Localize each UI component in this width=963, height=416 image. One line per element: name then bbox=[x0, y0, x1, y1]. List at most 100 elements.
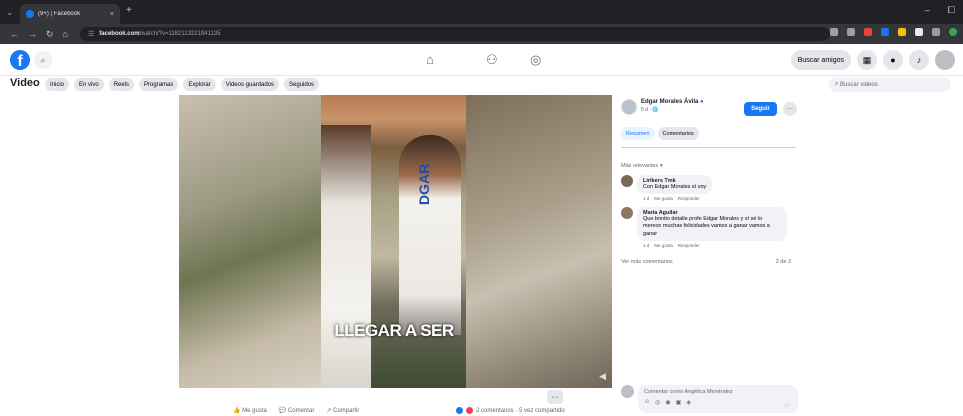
love-reaction-icon bbox=[466, 407, 473, 414]
composer-avatar bbox=[621, 385, 634, 398]
emoji-icon[interactable]: ◎ bbox=[655, 399, 660, 406]
video-more-button[interactable]: ··· bbox=[547, 390, 563, 404]
share-button[interactable]: ↗ Compartir bbox=[326, 407, 359, 414]
author-name[interactable]: Edgar Morales Ávila ● bbox=[641, 99, 704, 105]
divider bbox=[621, 147, 796, 148]
composer-icons: ☺ ◎ ◉ ▣ ◈ bbox=[644, 399, 792, 406]
extensions-puzzle-icon[interactable] bbox=[915, 28, 923, 36]
comment-avatar[interactable] bbox=[621, 207, 633, 219]
follow-button[interactable]: Seguir bbox=[744, 102, 777, 116]
browser-tab-bar: ⌄ (9+) | Facebook × + – ⧠ bbox=[0, 0, 963, 24]
extension-icon[interactable] bbox=[864, 28, 872, 36]
reactions-summary[interactable]: 2 comentarios · 5 vez compartido bbox=[456, 407, 565, 414]
comment-sort-dropdown[interactable]: Más relevantes ▾ bbox=[621, 163, 663, 169]
extension-icon[interactable] bbox=[898, 28, 906, 36]
comment-actions: 1 d Me gusta Responder bbox=[643, 196, 712, 201]
comment-button[interactable]: 💬 Comentar bbox=[279, 407, 314, 414]
messenger-icon[interactable]: ● bbox=[883, 50, 903, 70]
comment-reply-button[interactable]: Responder bbox=[678, 196, 700, 201]
pill-programas[interactable]: Programas bbox=[139, 78, 179, 91]
home-icon[interactable]: ⌂ bbox=[426, 52, 434, 67]
comment-input[interactable]: Comentar como Angélica Menéndez ☺ ◎ ◉ ▣ … bbox=[638, 385, 798, 413]
extension-icon[interactable] bbox=[830, 28, 838, 36]
video-blur-left bbox=[179, 95, 321, 388]
address-path: /watch/?v=1182113221841135 bbox=[139, 31, 221, 37]
post-meta: 5 d · 🌐 bbox=[641, 107, 659, 113]
video-player[interactable]: DGAR LLEGAR A SER ◀ bbox=[179, 95, 612, 388]
gif-icon[interactable]: ▣ bbox=[676, 399, 682, 406]
profile-icon[interactable] bbox=[949, 28, 957, 36]
site-info-icon[interactable]: ☰ bbox=[88, 30, 94, 38]
comment-text: Con Edgar Morales sí voy bbox=[643, 184, 707, 190]
find-friends-button[interactable]: Buscar amigos bbox=[790, 50, 851, 70]
home-icon[interactable]: ⌂ bbox=[63, 29, 68, 40]
author-avatar[interactable] bbox=[621, 99, 637, 115]
forward-icon[interactable]: → bbox=[28, 29, 37, 40]
downloads-icon[interactable] bbox=[932, 28, 940, 36]
pill-explorar[interactable]: Explorar bbox=[183, 78, 216, 91]
comment-like-button[interactable]: Me gusta bbox=[654, 196, 673, 201]
reactions-text: 2 comentarios · 5 vez compartido bbox=[476, 407, 565, 414]
like-reaction-icon bbox=[456, 407, 463, 414]
notifications-bell-icon[interactable]: ♪ bbox=[909, 50, 929, 70]
send-icon[interactable]: ▷ bbox=[785, 402, 790, 409]
volume-icon[interactable]: ◀ bbox=[599, 371, 606, 382]
video-search-placeholder: Buscar videos bbox=[840, 81, 878, 88]
comment-item: Lirikers Tmk Con Edgar Morales sí voy 1 … bbox=[621, 175, 713, 201]
author-block: Edgar Morales Ávila ● 5 d · 🌐 bbox=[621, 99, 704, 115]
reload-icon[interactable]: ↻ bbox=[46, 29, 54, 40]
comment-reply-button[interactable]: Responder bbox=[678, 243, 700, 248]
camera-icon[interactable]: ◉ bbox=[665, 399, 670, 406]
video-blur-right bbox=[466, 95, 612, 388]
pill-seguidos[interactable]: Seguidos bbox=[284, 78, 320, 91]
panel-more-button[interactable]: ··· bbox=[783, 102, 797, 116]
comment-item: Maria Aguilar Que bonito detalle profe E… bbox=[621, 207, 787, 248]
minimize-icon[interactable]: – bbox=[925, 5, 930, 16]
extensions-area bbox=[830, 28, 957, 36]
pill-inicio[interactable]: Inicio bbox=[45, 78, 70, 91]
more-comments-link[interactable]: Ver más comentarios bbox=[621, 259, 673, 265]
tab-search-icon[interactable]: ⌄ bbox=[6, 7, 14, 18]
video-actions: 👍 Me gusta 💬 Comentar ↗ Compartir bbox=[233, 407, 359, 414]
comment-like-button[interactable]: Me gusta bbox=[654, 243, 673, 248]
pill-videos-guardados[interactable]: Videos guardados bbox=[220, 78, 279, 91]
author-name-text: Edgar Morales Ávila bbox=[641, 99, 699, 105]
comment-time: 1 d bbox=[643, 196, 650, 202]
comment-avatar[interactable] bbox=[621, 175, 633, 187]
gaming-icon[interactable]: ◎ bbox=[530, 52, 541, 68]
browser-nav-buttons: ← → ↻ ⌂ bbox=[10, 29, 68, 40]
facebook-logo-icon[interactable]: f bbox=[10, 50, 30, 70]
friends-icon[interactable]: ⚇ bbox=[486, 52, 498, 68]
pill-reels[interactable]: Reels bbox=[108, 78, 135, 91]
like-button[interactable]: 👍 Me gusta bbox=[233, 407, 267, 414]
comment-actions: 1 d Me gusta Responder bbox=[643, 243, 787, 248]
browser-toolbar: ← → ↻ ⌂ ☰ facebook.com/watch/?v=11821132… bbox=[0, 24, 963, 44]
tab-comments[interactable]: Comentarios bbox=[657, 127, 699, 140]
comment-count: 2 de 3 bbox=[775, 259, 791, 265]
restore-icon[interactable]: ⧠ bbox=[948, 5, 955, 16]
video-pills: Inicio En vivo Reels Programas Explorar … bbox=[45, 78, 320, 91]
pill-en-vivo[interactable]: En vivo bbox=[74, 78, 104, 91]
address-url: facebook.com/watch/?v=1182113221841135 bbox=[99, 31, 220, 37]
back-icon[interactable]: ← bbox=[10, 29, 19, 40]
comment-bubble: Maria Aguilar Que bonito detalle profe E… bbox=[637, 207, 787, 242]
tab-close-icon[interactable]: × bbox=[110, 11, 114, 18]
verified-badge-icon: ● bbox=[700, 99, 704, 105]
menu-grid-icon[interactable]: ▦ bbox=[857, 50, 877, 70]
video-search-input[interactable]: ⌕ Buscar videos bbox=[829, 77, 951, 92]
avatar-sticker-icon[interactable]: ☺ bbox=[644, 399, 650, 406]
extension-icon[interactable] bbox=[881, 28, 889, 36]
search-icon[interactable]: ⌕ bbox=[34, 51, 52, 69]
tab-summary[interactable]: Resumen bbox=[621, 127, 655, 140]
address-domain: facebook.com bbox=[99, 31, 140, 37]
address-bar[interactable]: ☰ facebook.com/watch/?v=1182113221841135 bbox=[80, 27, 830, 41]
bookmark-star-icon[interactable] bbox=[847, 28, 855, 36]
account-avatar[interactable] bbox=[935, 50, 955, 70]
comment-text: Que bonito detalle profe Edgar Morales y… bbox=[643, 216, 770, 237]
comment-composer: Comentar como Angélica Menéndez ☺ ◎ ◉ ▣ … bbox=[621, 385, 798, 413]
video-caption: LLEGAR A SER bbox=[334, 321, 454, 340]
sticker-icon[interactable]: ◈ bbox=[686, 399, 691, 406]
browser-tab[interactable]: (9+) | Facebook × bbox=[20, 4, 120, 24]
new-tab-button[interactable]: + bbox=[126, 5, 132, 16]
like-label: Me gusta bbox=[242, 408, 267, 414]
